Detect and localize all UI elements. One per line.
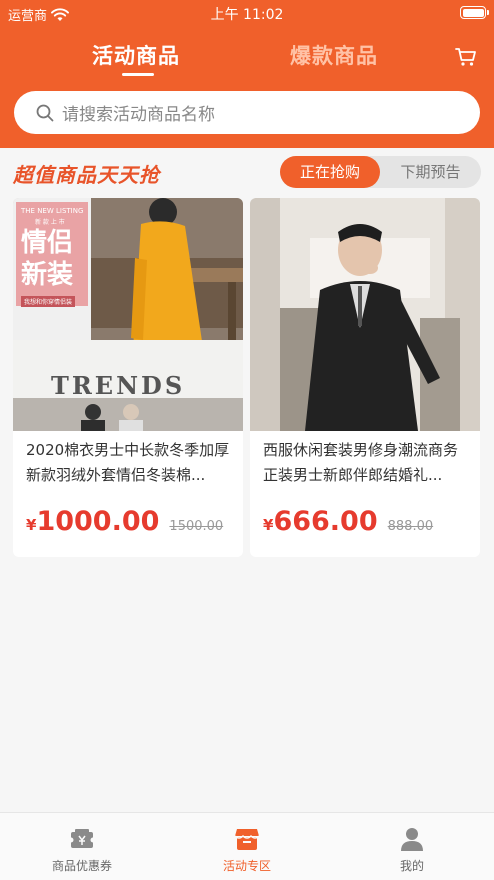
price-row: ¥ 1000.00 1500.00 — [26, 506, 223, 537]
bottom-nav: 商品优惠券 活动专区 我的 — [0, 812, 494, 880]
app-header: 运营商 上午 11:02 活动商品 爆款商品 请搜索活动商品名称 — [0, 0, 494, 148]
status-bar: 运营商 上午 11:02 — [0, 0, 494, 26]
user-icon — [401, 828, 423, 851]
tab-activity-products[interactable]: 活动商品 — [92, 40, 180, 70]
store-icon — [234, 829, 260, 850]
product-image: THE NEW LISTING 新 款 上 市 情侣 新装 我想和你穿情侣装 T… — [13, 198, 243, 431]
sale-status-toggle: 正在抢购 下期预告 — [280, 156, 481, 188]
toggle-on-sale[interactable]: 正在抢购 — [280, 156, 380, 188]
toggle-next-preview[interactable]: 下期预告 — [380, 156, 481, 188]
status-time: 上午 11:02 — [210, 7, 284, 23]
product-name: 西服休闲套装男修身潮流商务正装男士新郎伴郎结婚礼... — [263, 441, 459, 484]
image-text-tag: 我想和你穿情侣装 — [21, 296, 76, 307]
battery-icon — [460, 6, 489, 19]
nav-label-mine: 我的 — [399, 859, 424, 873]
active-tab-indicator — [122, 73, 154, 76]
nav-label-activity: 活动专区 — [222, 859, 271, 873]
product-price: 1000.00 — [36, 506, 160, 537]
original-price: 888.00 — [387, 519, 434, 534]
original-price: 1500.00 — [169, 519, 224, 534]
tab-hot-products[interactable]: 爆款商品 — [290, 40, 378, 70]
product-name: 2020棉衣男士中长款冬季加厚新款羽绒外套情侣冬装棉... — [26, 441, 230, 484]
product-image — [250, 198, 480, 431]
nav-item-activity[interactable]: 活动专区 — [165, 813, 329, 880]
coupon-icon — [68, 829, 96, 848]
product-price: 666.00 — [273, 506, 378, 537]
image-text-small-cn: 新 款 上 市 — [35, 219, 65, 226]
product-card[interactable]: THE NEW LISTING 新 款 上 市 情侣 新装 我想和你穿情侣装 T… — [13, 198, 243, 557]
price-row: ¥ 666.00 888.00 — [263, 506, 433, 537]
cart-icon[interactable] — [455, 46, 477, 68]
search-placeholder: 请搜索活动商品名称 — [62, 105, 215, 125]
section-title: 超值商品天天抢 — [13, 163, 160, 187]
search-input[interactable]: 请搜索活动商品名称 — [14, 91, 480, 134]
image-text-big-2: 新装 — [21, 260, 74, 290]
nav-item-mine[interactable]: 我的 — [330, 813, 494, 880]
price-currency: ¥ — [26, 516, 37, 534]
price-currency: ¥ — [263, 516, 274, 534]
nav-item-coupons[interactable]: 商品优惠券 — [0, 813, 164, 880]
search-icon — [36, 104, 54, 121]
image-text-trends: TRENDS — [51, 371, 186, 400]
image-text-big-1: 情侣 — [21, 228, 74, 258]
product-card[interactable]: 西服休闲套装男修身潮流商务正装男士新郎伴郎结婚礼... ¥ 666.00 888… — [250, 198, 480, 557]
image-text-small: THE NEW LISTING — [21, 207, 84, 215]
nav-label-coupons: 商品优惠券 — [51, 859, 112, 873]
